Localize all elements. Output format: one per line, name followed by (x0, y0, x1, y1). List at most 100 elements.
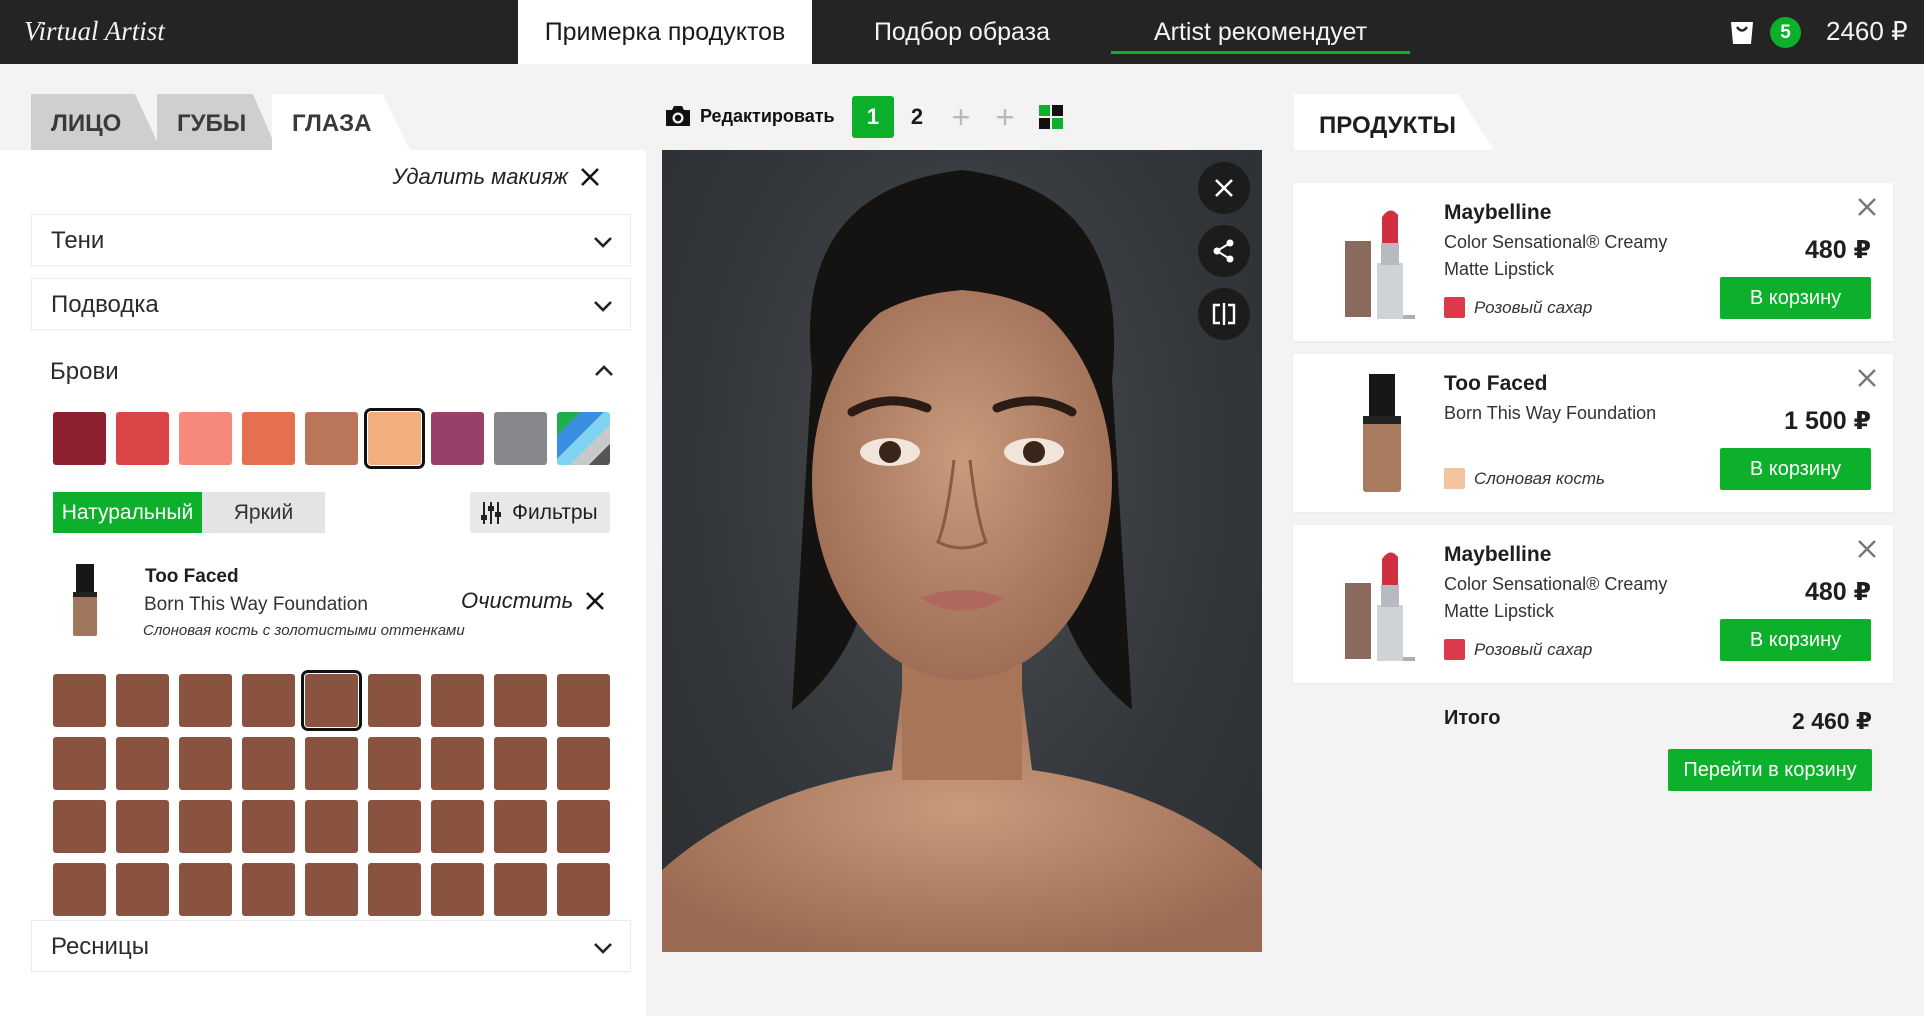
nav-tab-look-selection[interactable]: Подбор образа (840, 0, 1084, 64)
cart-item-price: 1 500 ₽ (1784, 407, 1871, 435)
cart-total[interactable]: 2460 ₽ (1826, 16, 1908, 47)
shade-swatch[interactable] (179, 863, 232, 916)
shade-swatch[interactable] (179, 674, 232, 727)
shade-swatch[interactable] (179, 800, 232, 853)
shade-swatch[interactable] (53, 737, 106, 790)
shade-swatch[interactable] (557, 800, 610, 853)
checkout-button[interactable]: Перейти в корзину (1668, 749, 1872, 791)
close-photo-button[interactable] (1198, 162, 1250, 214)
remove-makeup-link[interactable]: Удалить макияж (393, 164, 600, 190)
tab-products[interactable]: ПРОДУКТЫ (1294, 94, 1494, 150)
shade-swatch[interactable] (494, 800, 547, 853)
add-to-cart-button[interactable]: В корзину (1720, 619, 1871, 661)
accordion-shadows[interactable]: Тени (31, 214, 631, 266)
grid-view-icon[interactable] (1036, 102, 1066, 132)
cart-item-name: Color Sensational® Creamy Matte Lipstick (1444, 232, 1668, 279)
tab-eyes[interactable]: ГЛАЗА (272, 94, 410, 150)
color-swatch[interactable] (557, 412, 610, 465)
cart-item-name: Born This Way Foundation (1444, 403, 1657, 423)
finish-bright[interactable]: Яркий (202, 492, 325, 533)
shade-swatch[interactable] (494, 737, 547, 790)
cart-item-brand: Maybelline (1444, 201, 1552, 224)
nav-tab-product-tryon[interactable]: Примерка продуктов (518, 0, 812, 64)
remove-item-icon[interactable] (1855, 366, 1879, 390)
add-look-button[interactable]: + (940, 96, 982, 138)
cart-item-card: Too Faced Born This Way Foundation Слонова… (1293, 354, 1893, 512)
cart-item-card: Maybelline Color Sensational® Creamy Matt… (1293, 183, 1893, 341)
close-icon (1215, 179, 1233, 197)
shade-swatch[interactable] (53, 800, 106, 853)
shade-swatch[interactable] (557, 674, 610, 727)
accordion-lashes[interactable]: Ресницы (31, 920, 631, 972)
shade-swatch[interactable] (494, 674, 547, 727)
color-swatch[interactable] (242, 412, 295, 465)
share-button[interactable] (1198, 225, 1250, 277)
shade-swatch[interactable] (301, 670, 362, 731)
accordion-brows-title[interactable]: Брови (50, 358, 119, 386)
brand-logo[interactable]: Virtual Artist (24, 16, 165, 47)
add-to-cart-button[interactable]: В корзину (1720, 277, 1871, 319)
shade-swatch[interactable] (242, 863, 295, 916)
cart-item-shade-label: Слоновая кость (1474, 468, 1605, 488)
cart-item-brand: Too Faced (1444, 372, 1548, 395)
remove-item-icon[interactable] (1855, 537, 1879, 561)
accordion-liner[interactable]: Подводка (31, 278, 631, 330)
color-swatch[interactable] (305, 412, 358, 465)
shade-swatch[interactable] (305, 863, 358, 916)
chevron-down-icon (594, 237, 612, 248)
nav-tab-artist-recommends[interactable]: Artist рекомендует (1111, 0, 1410, 64)
tryon-photo[interactable] (662, 150, 1262, 952)
shade-swatch[interactable] (305, 737, 358, 790)
shade-swatch[interactable] (431, 800, 484, 853)
shade-swatch[interactable] (116, 863, 169, 916)
chevron-down-icon (594, 943, 612, 954)
tab-face[interactable]: ЛИЦО (31, 94, 161, 150)
shade-swatch[interactable] (368, 737, 421, 790)
finish-natural[interactable]: Натуральный (53, 492, 202, 533)
filters-label: Фильтры (512, 501, 598, 524)
clear-selection-link[interactable]: Очистить (461, 588, 605, 614)
filters-icon (481, 502, 501, 524)
look-tab-1[interactable]: 1 (852, 96, 894, 138)
shade-swatch[interactable] (305, 800, 358, 853)
color-swatch[interactable] (494, 412, 547, 465)
shade-swatch[interactable] (557, 737, 610, 790)
shade-swatch[interactable] (242, 800, 295, 853)
color-swatch[interactable] (364, 408, 425, 469)
lipstick-image (1345, 552, 1415, 661)
shade-swatch[interactable] (368, 674, 421, 727)
cart-item-price: 480 ₽ (1804, 578, 1871, 606)
color-swatch[interactable] (53, 412, 106, 465)
shade-swatch[interactable] (179, 737, 232, 790)
shade-swatch[interactable] (494, 863, 547, 916)
compare-button[interactable] (1198, 288, 1250, 340)
shade-swatch[interactable] (431, 737, 484, 790)
look-tab-2[interactable]: 2 (896, 96, 938, 138)
remove-item-icon[interactable] (1855, 195, 1879, 219)
color-swatch[interactable] (179, 412, 232, 465)
shade-swatch[interactable] (368, 800, 421, 853)
shade-swatch[interactable] (431, 863, 484, 916)
shade-swatch[interactable] (53, 863, 106, 916)
cart-item-shade-label: Розовый сахар (1474, 639, 1593, 659)
shade-swatch[interactable] (368, 863, 421, 916)
add-to-cart-button[interactable]: В корзину (1720, 448, 1871, 490)
shade-swatch[interactable] (116, 800, 169, 853)
color-swatch[interactable] (116, 412, 169, 465)
chevron-up-icon[interactable] (593, 360, 615, 382)
shade-swatch[interactable] (53, 674, 106, 727)
add-look-button[interactable]: + (984, 96, 1026, 138)
color-swatch[interactable] (431, 412, 484, 465)
shade-swatch[interactable] (242, 674, 295, 727)
shade-swatch[interactable] (431, 674, 484, 727)
shade-swatch[interactable] (116, 737, 169, 790)
filters-button[interactable]: Фильтры (470, 492, 610, 533)
model-portrait-illustration (662, 170, 1262, 952)
shade-swatch[interactable] (242, 737, 295, 790)
shade-swatch[interactable] (557, 863, 610, 916)
shade-swatch[interactable] (116, 674, 169, 727)
tab-lips[interactable]: ГУБЫ (157, 94, 277, 150)
edit-photo-button[interactable]: Редактировать (664, 104, 835, 128)
close-icon (586, 592, 605, 610)
shopping-bag-icon[interactable] (1727, 16, 1757, 46)
